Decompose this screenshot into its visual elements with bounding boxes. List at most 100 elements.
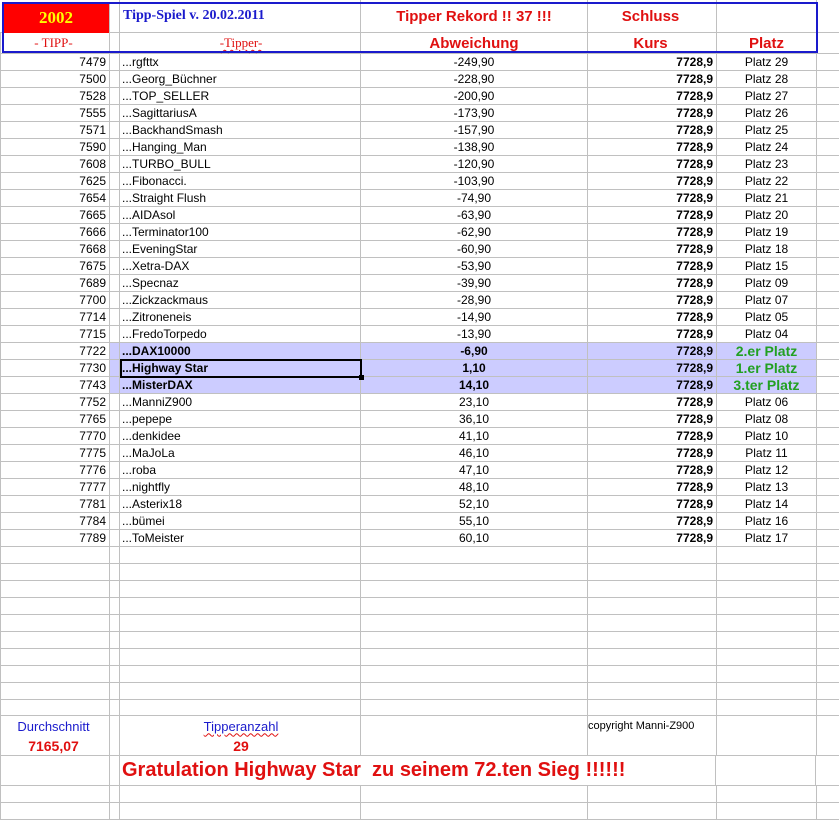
cell[interactable] <box>361 683 588 699</box>
tipp-cell[interactable]: 7777 <box>0 479 110 495</box>
kurs-cell[interactable]: 7728,9 <box>588 309 717 325</box>
tipp-cell[interactable]: 7730 <box>0 360 110 376</box>
tipp-cell[interactable]: 7743 <box>0 377 110 393</box>
cell[interactable] <box>110 88 120 104</box>
tipper-cell[interactable]: ...Terminator100 <box>120 224 361 240</box>
cell[interactable] <box>110 716 120 736</box>
cell[interactable] <box>120 786 361 802</box>
cell[interactable] <box>817 309 839 325</box>
cell[interactable] <box>0 632 110 648</box>
platz-cell[interactable]: Platz 19 <box>717 224 817 240</box>
platz-cell[interactable]: Platz 12 <box>717 462 817 478</box>
cell[interactable] <box>361 547 588 563</box>
cell[interactable] <box>817 598 839 614</box>
kurs-cell[interactable]: 7728,9 <box>588 241 717 257</box>
platz-cell[interactable]: Platz 26 <box>717 105 817 121</box>
cell[interactable] <box>110 581 120 597</box>
cell[interactable] <box>588 598 717 614</box>
tipp-cell[interactable]: 7608 <box>0 156 110 172</box>
abweichung-cell[interactable]: -53,90 <box>361 258 588 274</box>
abweichung-cell[interactable]: 48,10 <box>361 479 588 495</box>
cell[interactable] <box>717 786 817 802</box>
cell[interactable] <box>717 581 817 597</box>
platz-cell[interactable]: Platz 14 <box>717 496 817 512</box>
platz-cell[interactable]: Platz 04 <box>717 326 817 342</box>
cell[interactable] <box>817 445 839 461</box>
cell[interactable] <box>120 581 361 597</box>
cell[interactable] <box>361 786 588 802</box>
abweichung-cell[interactable]: -28,90 <box>361 292 588 308</box>
cell[interactable] <box>110 33 120 53</box>
col-header-platz[interactable]: Platz <box>717 33 817 53</box>
tipper-cell[interactable]: ...pepepe <box>120 411 361 427</box>
tipper-cell[interactable]: ...denkidee <box>120 428 361 444</box>
cell[interactable] <box>588 564 717 580</box>
cell[interactable] <box>817 736 839 755</box>
abweichung-cell[interactable]: -60,90 <box>361 241 588 257</box>
tipp-cell[interactable]: 7784 <box>0 513 110 529</box>
tipp-cell[interactable]: 7789 <box>0 530 110 546</box>
cell[interactable] <box>817 649 839 665</box>
tipp-cell[interactable]: 7675 <box>0 258 110 274</box>
platz-cell[interactable]: Platz 11 <box>717 445 817 461</box>
cell[interactable] <box>110 326 120 342</box>
cell[interactable] <box>817 173 839 189</box>
cell[interactable] <box>817 716 839 736</box>
selected-cell-cursor[interactable] <box>120 359 364 380</box>
cell[interactable] <box>817 428 839 444</box>
kurs-cell[interactable]: 7728,9 <box>588 190 717 206</box>
kurs-cell[interactable]: 7728,9 <box>588 513 717 529</box>
cell[interactable] <box>110 309 120 325</box>
abweichung-cell[interactable]: -173,90 <box>361 105 588 121</box>
kurs-cell[interactable]: 7728,9 <box>588 139 717 155</box>
cell[interactable] <box>588 736 717 755</box>
tipp-cell[interactable]: 7689 <box>0 275 110 291</box>
abweichung-cell[interactable]: -103,90 <box>361 173 588 189</box>
cell[interactable] <box>817 479 839 495</box>
cell[interactable] <box>717 632 817 648</box>
cell[interactable] <box>110 786 120 802</box>
cell[interactable] <box>120 803 361 819</box>
platz-cell[interactable]: Platz 06 <box>717 394 817 410</box>
cell[interactable] <box>817 666 839 682</box>
cell[interactable] <box>588 649 717 665</box>
tipp-cell[interactable]: 7714 <box>0 309 110 325</box>
cell[interactable] <box>817 292 839 308</box>
cell[interactable] <box>717 716 817 736</box>
cell[interactable] <box>717 564 817 580</box>
cell[interactable] <box>817 54 839 70</box>
platz-cell[interactable]: Platz 09 <box>717 275 817 291</box>
count-value-cell[interactable]: 29 <box>120 736 361 755</box>
tipp-cell[interactable]: 7781 <box>0 496 110 512</box>
tipper-cell[interactable]: ...Xetra-DAX <box>120 258 361 274</box>
platz-cell[interactable]: Platz 08 <box>717 411 817 427</box>
cell[interactable] <box>361 666 588 682</box>
abweichung-cell[interactable]: -39,90 <box>361 275 588 291</box>
platz-cell[interactable]: Platz 24 <box>717 139 817 155</box>
cell[interactable] <box>717 547 817 563</box>
tipper-cell[interactable]: ...roba <box>120 462 361 478</box>
cell[interactable] <box>110 377 120 393</box>
cell[interactable] <box>817 547 839 563</box>
cell[interactable] <box>817 411 839 427</box>
cell[interactable] <box>817 683 839 699</box>
cell[interactable] <box>717 0 817 32</box>
kurs-cell[interactable]: 7728,9 <box>588 530 717 546</box>
cell[interactable] <box>588 615 717 631</box>
platz-cell[interactable]: Platz 13 <box>717 479 817 495</box>
cell[interactable] <box>717 598 817 614</box>
cell[interactable] <box>120 547 361 563</box>
cell[interactable] <box>110 530 120 546</box>
col-header-tipp[interactable]: - TIPP- <box>0 33 110 53</box>
cell[interactable] <box>817 88 839 104</box>
cell[interactable] <box>110 445 120 461</box>
tipper-cell[interactable]: ...DAX10000 <box>120 343 361 359</box>
cell[interactable] <box>0 581 110 597</box>
tipp-cell[interactable]: 7722 <box>0 343 110 359</box>
tipp-cell[interactable]: 7752 <box>0 394 110 410</box>
cell[interactable] <box>110 139 120 155</box>
cell[interactable] <box>588 547 717 563</box>
cell[interactable] <box>817 360 839 376</box>
cell[interactable] <box>817 122 839 138</box>
cell[interactable] <box>717 666 817 682</box>
